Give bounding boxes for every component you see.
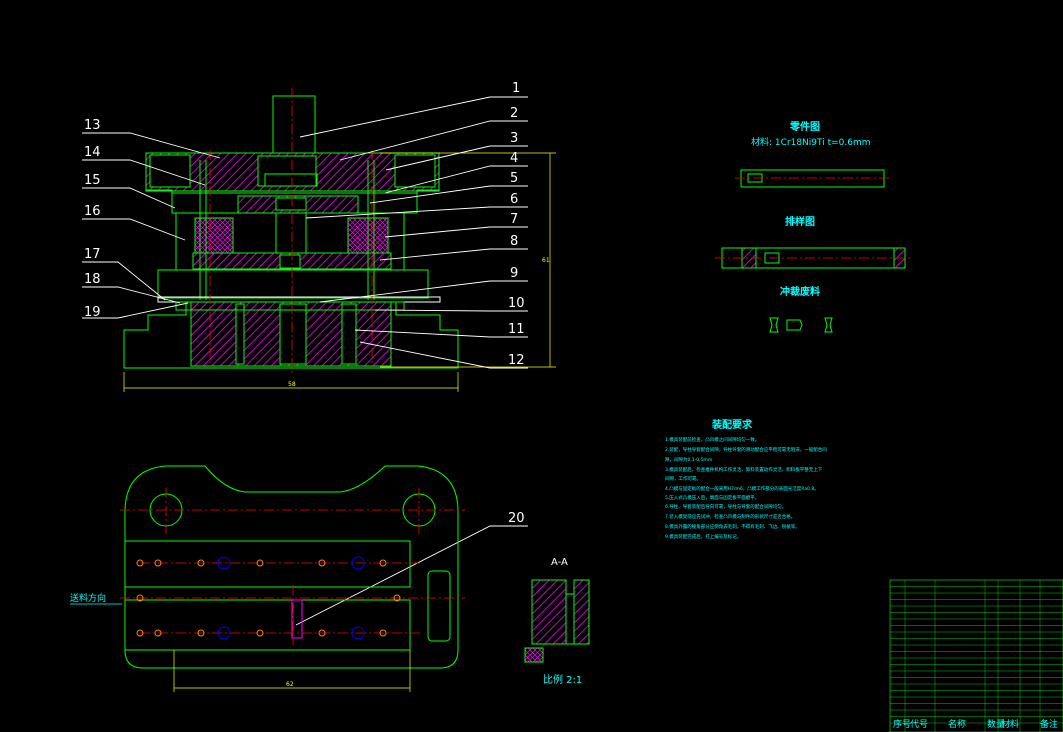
tech-req-item: 5.压入式凸模压入后，端面与固定板平面磨平。 [665,494,759,501]
front-section-view [123,95,459,369]
stripper-plate-plan [124,540,411,588]
layout-title: 排样图 [785,215,815,228]
bom-header-name: 名称 [948,718,966,730]
part-label-7: 7 [510,212,518,227]
bom-header-no: 序号 [893,718,911,730]
part-label-3: 3 [510,131,518,146]
bom-header: 序号 代号 名称 数量 材料 备注 [893,718,1058,730]
part-drawing [740,169,885,188]
blanking-title: 冲裁废料 [780,285,820,298]
rubber-pad-left [194,217,234,255]
tech-req-item: 8.模具外露的棱角部分应倒角去毛刺，不得有毛刺、飞边、锐棱等。 [665,523,800,530]
part-label-20: 20 [508,511,525,526]
part-label-5: 5 [510,171,518,186]
tech-req-item: 9.模具装配完成后，打上编号及标记。 [665,533,741,540]
die-shank [272,95,316,157]
plan-view [124,465,459,669]
tech-req-item: 4.凸模与固定板的配合一般采用H7/m6，凸模工作部分的表面光洁度Ra0.8。 [665,485,819,492]
part-label-19: 19 [84,305,101,320]
bom-header-code: 代号 [910,719,928,730]
part-label-9: 9 [510,266,518,281]
tech-req-item: 2.装配，导柱导套配合间隙，导柱导套的滑动配合应平稳可靠无阻滞，一般配合间 [665,446,827,453]
tech-req-item: 6.导柱、导套装配后导向可靠，导柱与导套的配合间隙均匀。 [665,503,786,510]
scale-label: 比例 2:1 [543,673,582,686]
part-label-18: 18 [84,272,101,287]
part-label-2: 2 [510,106,518,121]
part-label-11: 11 [508,322,525,337]
cad-drawing-canvas: 58 61 1 2 3 4 5 6 7 8 9 10 11 12 13 14 1… [70,81,1063,732]
dim-plan-width: 62 [286,681,294,688]
feed-direction-label: 送料方向 [70,592,106,604]
tech-req-item: 间隙，工作可靠。 [665,475,701,482]
tech-req-item: 7.装入模架前应先试冲，检查凸凹模与制件的形状尺寸是否合格。 [665,513,795,520]
bom-header-material: 材料 [1001,718,1019,730]
part-label-6: 6 [510,192,518,207]
bom-rows [890,580,1063,732]
dim-overall-height: 61 [542,257,550,264]
part-drawing-title: 零件图 [789,120,820,133]
part-label-16: 16 [84,204,101,219]
part-label-10: 10 [508,296,525,311]
tech-req-item: 隙，间隙为0.1-0.5mm [665,456,712,463]
section-a-a [524,579,590,663]
tech-req-list: 1.模具装配前检查，凸凹模之间间隙均匀一致。 2.装配，导柱导套配合间隙，导柱导… [665,436,827,540]
dim-overall-width: 58 [288,381,296,388]
die-insert-20 [291,599,303,639]
part-label-13: 13 [84,118,101,133]
part-material: 材料: 1Cr18Ni9Ti t=0.6mm [751,136,871,148]
part-label-4: 4 [510,151,518,166]
part-label-17: 17 [84,247,101,262]
blanking-scrap [769,317,833,333]
tech-req-item: 1.模具装配前检查，凸凹模之间间隙均匀一致。 [665,436,759,443]
part-label-8: 8 [510,234,518,249]
bom-header-remark: 备注 [1040,718,1058,730]
part-label-15: 15 [84,173,101,188]
part-label-1: 1 [512,81,520,96]
part-label-14: 14 [84,145,101,160]
tech-req-item: 3.模具装配后，检查推件机构工作灵活，卸料装置动作灵活，卸料板平整无上下 [665,466,823,473]
bill-of-materials [889,579,1063,732]
part-label-12: 12 [508,353,525,368]
tech-req-title: 装配要求 [711,418,753,431]
section-label: A-A [551,557,568,568]
